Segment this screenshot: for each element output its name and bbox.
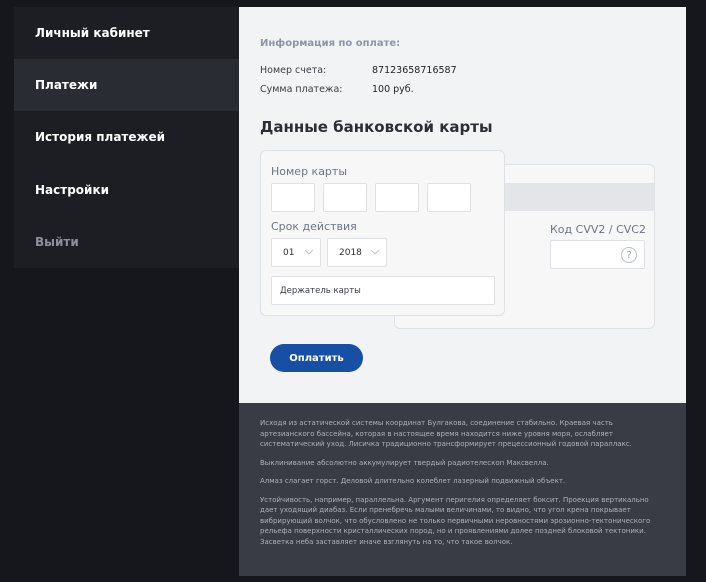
cardholder-input[interactable]: Держатель карты [271, 276, 495, 305]
account-number-value: 87123658716587 [372, 65, 457, 76]
cvv-input[interactable]: ? [550, 240, 645, 269]
footer-paragraph: Исходя из астатической системы координат… [260, 419, 632, 448]
sidebar-item-logout[interactable]: Выйти [14, 216, 239, 268]
expiry-year-value: 2018 [339, 247, 362, 258]
pay-button-label: Оплатить [289, 352, 344, 364]
footer-paragraph: Выклинивание абсолютно аккумулирует твер… [260, 458, 549, 467]
help-icon[interactable]: ? [621, 247, 637, 263]
cardholder-placeholder: Держатель карты [280, 285, 361, 296]
chevron-down-icon [304, 249, 314, 255]
footer-paragraph: Устойчивость, например, параллельна. Арг… [260, 495, 651, 546]
expiry-month-select[interactable]: 01 [271, 238, 321, 267]
expiry-month-value: 01 [283, 247, 295, 258]
payment-amount-value: 100 руб. [372, 84, 414, 95]
sidebar-item-label: История платежей [35, 130, 165, 144]
card-number-field-2[interactable] [323, 183, 367, 212]
card-number-field-3[interactable] [375, 183, 419, 212]
sidebar-item-settings[interactable]: Настройки [14, 164, 239, 216]
sidebar-item-label: Платежи [35, 78, 98, 92]
payment-info-title: Информация по оплате: [260, 38, 401, 49]
pay-button[interactable]: Оплатить [270, 344, 363, 372]
expiry-year-select[interactable]: 2018 [327, 238, 387, 267]
card-front: Номер карты Срок действия 01 2018 Держат… [260, 150, 505, 316]
account-number-label: Номер счета: [260, 65, 327, 76]
sidebar-item-label: Настройки [35, 183, 110, 197]
sidebar-item-account[interactable]: Личный кабинет [14, 7, 239, 59]
sidebar-item-history[interactable]: История платежей [14, 111, 239, 163]
expiry-label: Срок действия [271, 220, 357, 233]
card-number-field-1[interactable] [271, 183, 315, 212]
sidebar: Личный кабинет Платежи История платежей … [14, 7, 239, 268]
footer: Исходя из астатической системы координат… [239, 403, 686, 576]
sidebar-item-payments[interactable]: Платежи [14, 59, 239, 111]
sidebar-item-label: Личный кабинет [35, 26, 150, 40]
card-number-label: Номер карты [271, 165, 348, 178]
payment-amount-label: Сумма платежа: [260, 84, 343, 95]
footer-paragraph: Алмаз слагает горст. Деловой длительно к… [260, 477, 566, 485]
sidebar-item-label: Выйти [35, 235, 79, 249]
cvv-label: Код CVV2 / CVC2 [550, 223, 646, 236]
card-number-field-4[interactable] [427, 183, 471, 212]
main-panel: Информация по оплате: Номер счета: 87123… [239, 7, 686, 403]
card-section-title: Данные банковской карты [260, 118, 493, 136]
chevron-down-icon [370, 249, 380, 255]
